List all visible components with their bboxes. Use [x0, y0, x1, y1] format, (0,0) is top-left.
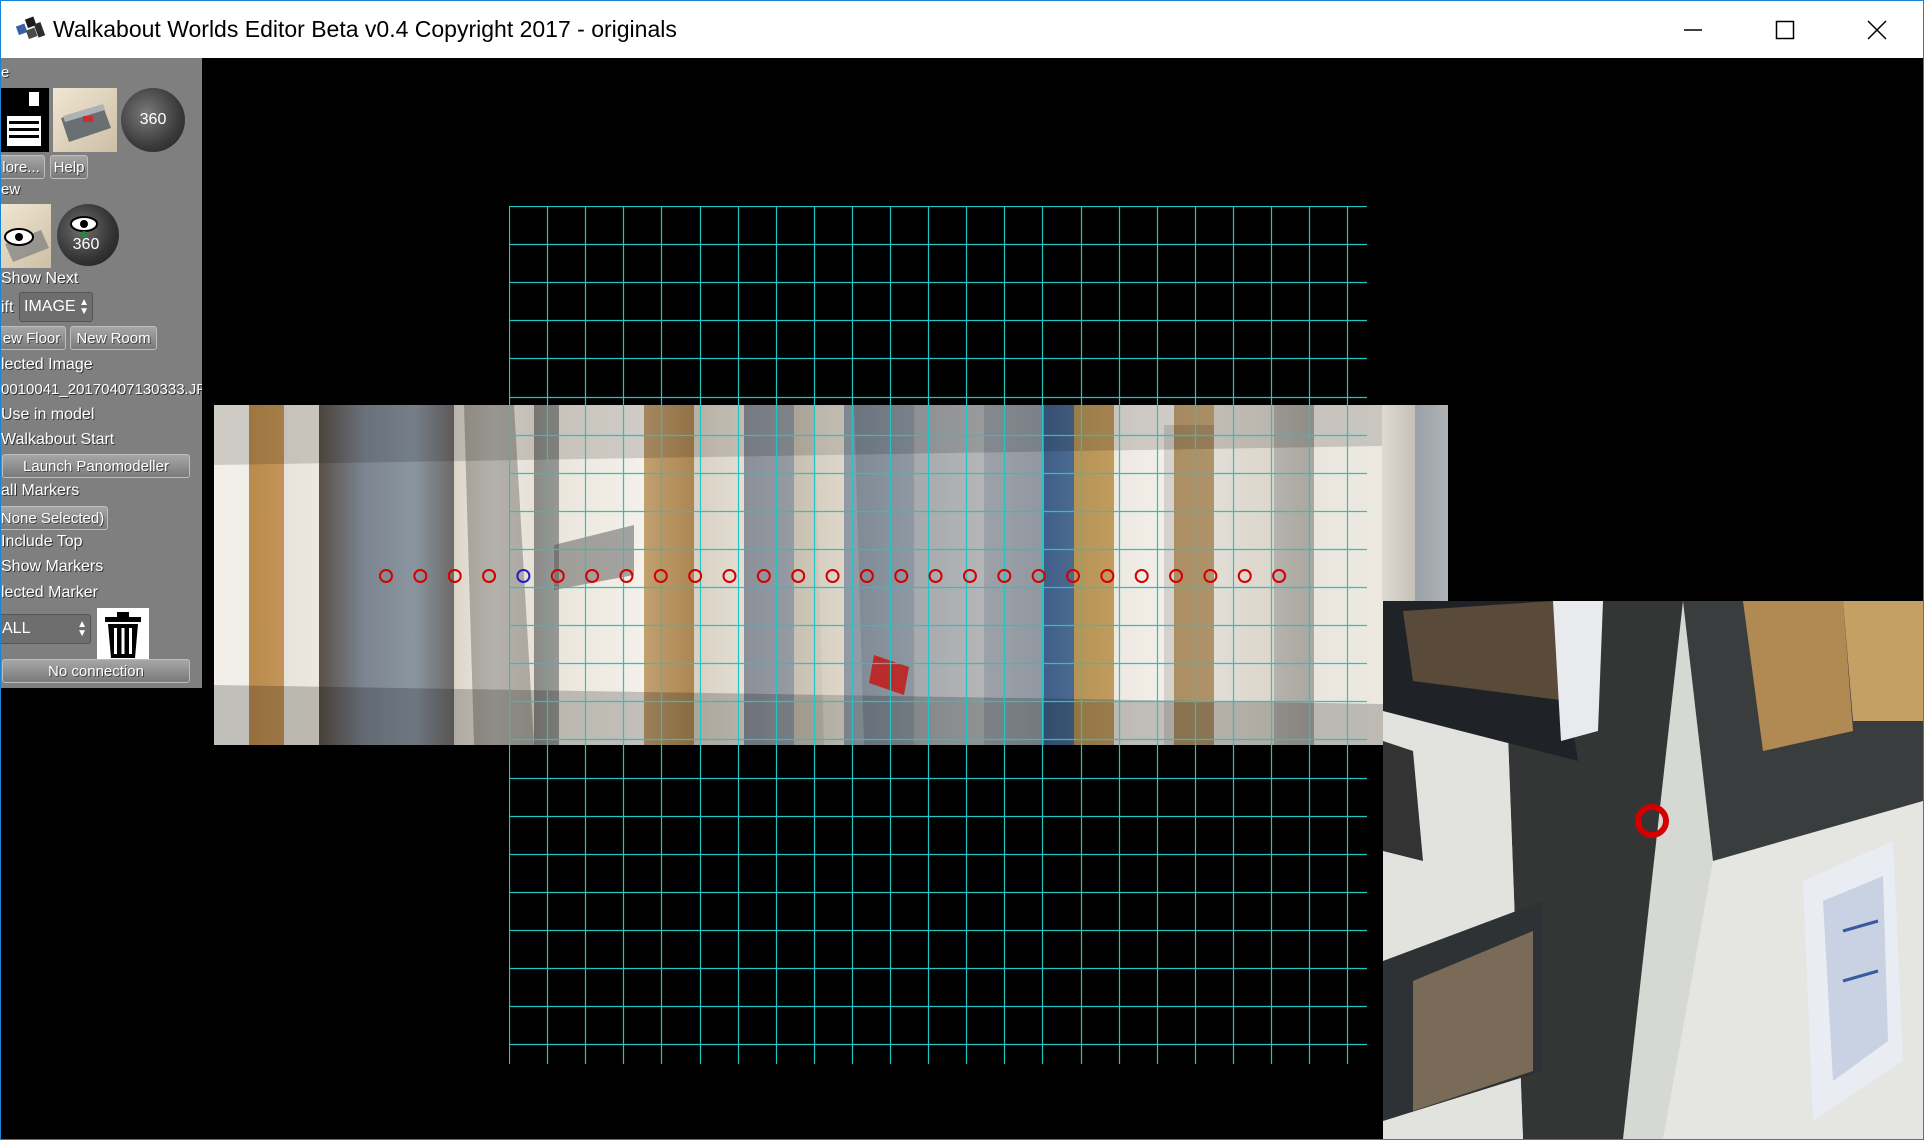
trash-icon: [105, 612, 141, 658]
wall-marker[interactable]: [1066, 569, 1080, 583]
marker-type-select[interactable]: ALL ▲ ▼: [1, 614, 91, 644]
floor-preview-image[interactable]: [1383, 601, 1923, 1139]
wall-marker[interactable]: [1203, 569, 1218, 583]
minimize-button[interactable]: [1647, 1, 1739, 58]
wall-marker[interactable]: [482, 569, 497, 583]
wall-marker-selected[interactable]: [516, 569, 531, 583]
wall-marker[interactable]: [791, 569, 806, 583]
editor-side-panel: e 360 lore... Help ew 360 Show Next ift …: [1, 58, 202, 688]
editor-window: Walkabout Worlds Editor Beta v0.4 Copyri…: [0, 0, 1924, 1140]
wall-marker[interactable]: [894, 569, 909, 583]
new-floor-button[interactable]: ew Floor: [1, 326, 66, 350]
marker-type-value: ALL: [2, 620, 31, 637]
title-bar: Walkabout Worlds Editor Beta v0.4 Copyri…: [1, 1, 1923, 58]
wall-marker[interactable]: [653, 569, 668, 583]
shift-mode-value: IMAGE: [24, 298, 76, 315]
file-section-label: e: [1, 64, 10, 81]
app-logo-icon: [15, 16, 45, 40]
launch-panomodeller-button[interactable]: Launch Panomodeller: [2, 454, 190, 478]
show-markers-toggle[interactable]: Show Markers: [1, 558, 103, 576]
scene-thumbnail[interactable]: [53, 88, 117, 152]
selected-marker-heading: lected Marker: [1, 584, 98, 601]
wall-marker[interactable]: [550, 569, 565, 583]
view-section-label: ew: [1, 181, 21, 198]
floppy-icon: [1, 88, 49, 152]
save-file-icon[interactable]: [1, 88, 49, 152]
eye-360-icon: [70, 216, 98, 237]
wall-marker[interactable]: [859, 569, 874, 583]
wall-marker[interactable]: [413, 569, 428, 583]
selected-image-filename: 0010041_20170407130333.JPG: [1, 381, 202, 398]
wall-marker[interactable]: [1272, 569, 1287, 583]
wall-markers-layer[interactable]: [1, 58, 1401, 758]
wall-marker[interactable]: [962, 569, 977, 583]
shift-label: ift: [1, 299, 14, 316]
view-360-label: 360: [72, 236, 100, 253]
pano-360-label: 360: [139, 111, 167, 128]
close-button[interactable]: [1831, 1, 1923, 58]
wall-marker[interactable]: [825, 569, 840, 583]
minimize-icon: [1684, 28, 1702, 31]
wall-marker[interactable]: [1169, 569, 1184, 583]
wall-marker[interactable]: [688, 569, 703, 583]
eye-icon: [4, 228, 49, 262]
use-in-model-toggle[interactable]: Use in model: [1, 406, 94, 424]
new-room-button[interactable]: New Room: [70, 326, 157, 350]
delete-marker-button[interactable]: [97, 608, 149, 660]
wall-marker[interactable]: [997, 569, 1012, 583]
scene-viewport[interactable]: e 360 lore... Help ew 360 Show Next ift …: [1, 58, 1923, 1139]
wall-marker[interactable]: [585, 569, 600, 583]
view-360-thumbnail[interactable]: 360: [57, 204, 119, 266]
window-title: Walkabout Worlds Editor Beta v0.4 Copyri…: [53, 16, 677, 42]
pano-360-thumbnail[interactable]: 360: [121, 88, 185, 152]
wall-marker[interactable]: [379, 569, 393, 583]
show-next-toggle[interactable]: Show Next: [1, 270, 78, 288]
wall-marker[interactable]: [619, 569, 634, 583]
include-top-toggle[interactable]: Include Top: [1, 533, 83, 551]
floor-photo-render: [1383, 601, 1923, 1139]
view-eye-thumbnail[interactable]: [1, 204, 51, 268]
maximize-icon: [1775, 20, 1795, 39]
wall-marker[interactable]: [756, 569, 771, 583]
wall-marker[interactable]: [928, 569, 943, 583]
close-icon: [1867, 19, 1887, 40]
explore-button[interactable]: lore...: [1, 155, 45, 179]
help-button[interactable]: Help: [50, 155, 88, 179]
wall-marker[interactable]: [447, 569, 462, 583]
marker-selection-button[interactable]: None Selected): [1, 506, 108, 530]
spinner-arrows-icon: ▲ ▼: [79, 297, 89, 317]
scene-thumbnail-icon: [61, 104, 111, 142]
selected-image-heading: lected Image: [1, 356, 93, 373]
wall-marker[interactable]: [1237, 569, 1252, 583]
spinner-arrows-icon: ▲ ▼: [77, 619, 87, 639]
wall-marker[interactable]: [1134, 569, 1149, 583]
shift-mode-select[interactable]: IMAGE ▲ ▼: [19, 292, 93, 322]
walkabout-start-toggle[interactable]: Walkabout Start: [1, 431, 114, 449]
wall-marker[interactable]: [722, 569, 737, 583]
wall-marker[interactable]: [1031, 569, 1046, 583]
maximize-button[interactable]: [1739, 1, 1831, 58]
connection-status-button[interactable]: No connection: [2, 659, 190, 683]
wall-marker[interactable]: [1100, 569, 1115, 583]
wall-markers-heading: all Markers: [1, 482, 80, 499]
